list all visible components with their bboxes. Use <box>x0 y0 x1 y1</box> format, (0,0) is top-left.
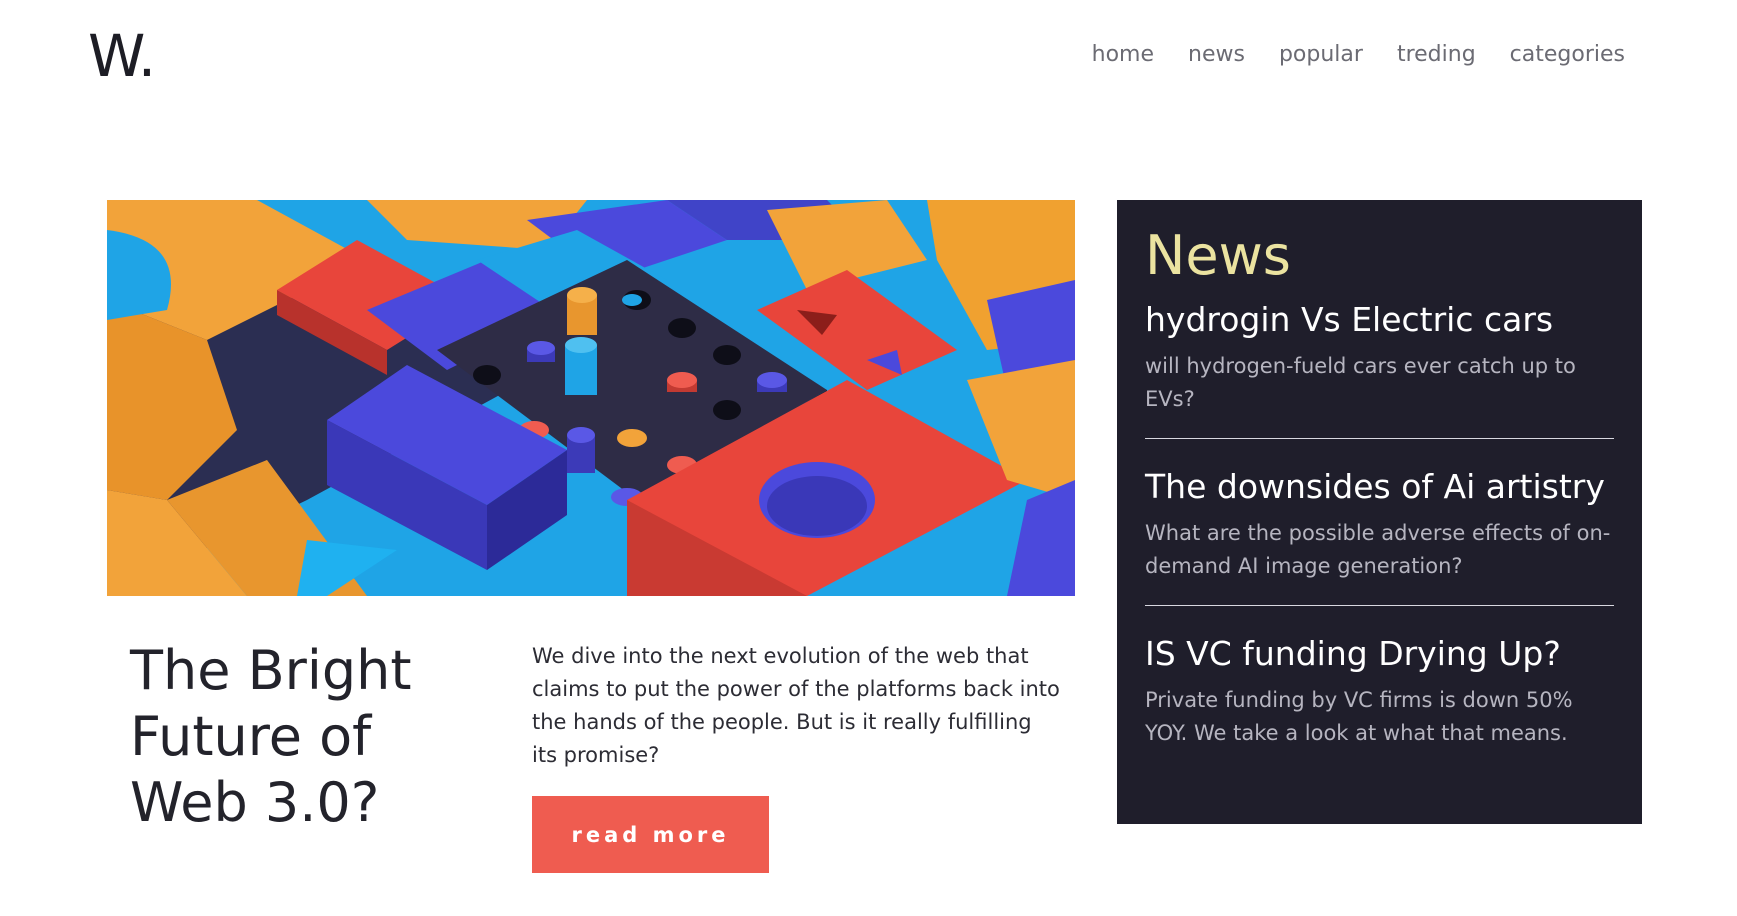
news-panel: News hydrogin Vs Electric cars will hydr… <box>1117 200 1642 824</box>
nav-home[interactable]: home <box>1092 42 1154 67</box>
nav-popular[interactable]: popular <box>1279 42 1363 67</box>
news-item-description: What are the possible adverse effects of… <box>1145 521 1611 578</box>
news-item[interactable]: IS VC funding Drying Up? Private funding… <box>1145 606 1614 772</box>
blocks-illustration <box>107 200 1075 596</box>
nav-news[interactable]: news <box>1188 42 1245 67</box>
news-item[interactable]: hydrogin Vs Electric cars will hydrogen-… <box>1145 288 1614 439</box>
read-more-button[interactable]: read more <box>532 796 769 873</box>
news-heading: News <box>1145 224 1291 287</box>
nav-trending[interactable]: treding <box>1397 42 1476 67</box>
news-item-description: Private funding by VC firms is down 50% … <box>1145 688 1573 745</box>
main-nav: home news popular treding categories <box>1092 42 1625 67</box>
site-logo[interactable]: W. <box>88 22 156 90</box>
news-item[interactable]: The downsides of Ai artistry What are th… <box>1145 439 1614 606</box>
page: W. home news popular treding categories <box>0 0 1737 916</box>
news-item-title[interactable]: hydrogin Vs Electric cars <box>1145 298 1614 342</box>
nav-categories[interactable]: categories <box>1510 42 1625 67</box>
news-item-title[interactable]: IS VC funding Drying Up? <box>1145 632 1614 676</box>
article-description: We dive into the next evolution of the w… <box>532 644 1060 767</box>
news-item-title[interactable]: The downsides of Ai artistry <box>1145 465 1614 509</box>
article-title[interactable]: The Bright Future of Web 3.0? <box>130 638 470 836</box>
hero-image[interactable] <box>107 200 1075 596</box>
news-item-description: will hydrogen-fueld cars ever catch up t… <box>1145 354 1576 411</box>
